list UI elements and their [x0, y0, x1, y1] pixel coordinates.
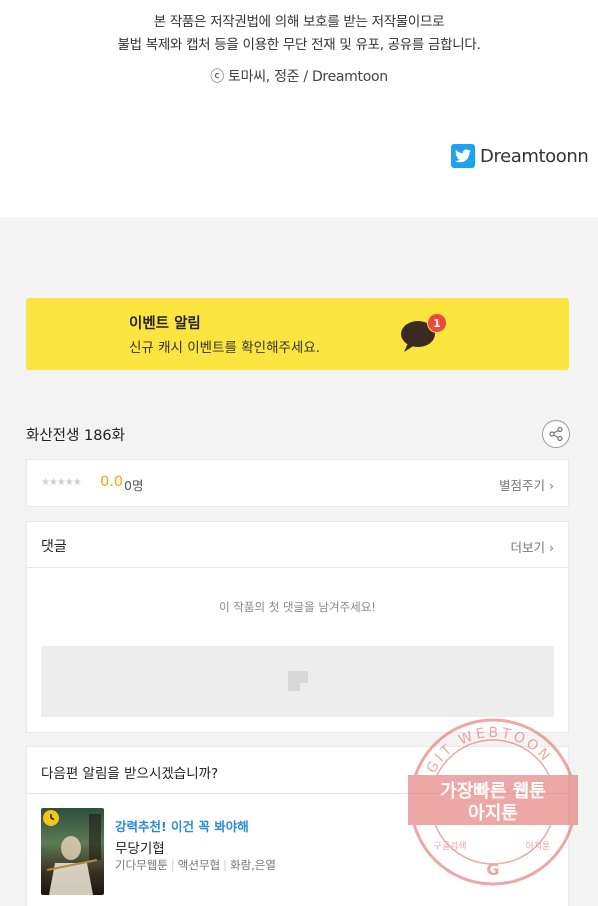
rate-button-label: 별점주기: [499, 478, 546, 493]
recommend-title[interactable]: 무당기협: [115, 837, 165, 857]
next-episode-header: 다음편 알림을 받으시겠습니까?: [27, 747, 568, 794]
copyright-holder: ⓒ 토마씨, 정준 / Dreamtoon: [210, 69, 388, 85]
event-subtitle: 신규 캐시 이벤트를 확인해주세요.: [129, 340, 321, 356]
thumbnail-art: [46, 814, 101, 895]
copyright-notice-line2: 불법 복제와 캡처 등을 이용한 무단 전재 및 유포, 공유를 금합니다.: [117, 37, 481, 53]
comments-more-label: 더보기: [510, 540, 546, 555]
twitter-icon: [451, 144, 475, 168]
comments-title: 댓글: [41, 539, 67, 555]
share-button[interactable]: [542, 420, 570, 448]
recommend-genre: 기다무웹툰: [115, 858, 168, 872]
comment-icon: [288, 671, 308, 691]
recommend-tag[interactable]: 강력추천! 이건 꼭 봐야해: [115, 816, 249, 835]
recommend-authors: 화람,은열: [229, 858, 276, 872]
rate-button[interactable]: 별점주기 ›: [499, 475, 554, 494]
next-episode-prompt: 다음편 알림을 받으시겠습니까?: [41, 766, 219, 782]
rating-score: 0.0: [100, 474, 124, 490]
episode-title: 화산전생 186화: [26, 428, 125, 444]
recommend-thumbnail[interactable]: [41, 808, 104, 895]
notification-badge: 1: [427, 313, 447, 333]
next-episode-card: 다음편 알림을 받으시겠습니까? 강력추천! 이건 꼭 봐야해 무당기협 기다무…: [26, 746, 569, 906]
comments-card: 댓글 더보기 › 이 작품의 첫 댓글을 남겨주세요!: [26, 521, 569, 733]
copyright-section: 본 작품은 저작권법에 의해 보호를 받는 저작물이므로 불법 복제와 캡처 등…: [0, 0, 598, 217]
chevron-right-icon: ›: [549, 540, 554, 555]
event-banner[interactable]: 이벤트 알림 신규 캐시 이벤트를 확인해주세요. 1: [26, 298, 569, 370]
event-title: 이벤트 알림: [129, 316, 201, 332]
star-rating-icon: ★★★★★: [41, 477, 82, 488]
comment-input-box[interactable]: [41, 646, 554, 717]
chevron-right-icon: ›: [549, 478, 554, 493]
twitter-link[interactable]: Dreamtoonn: [451, 143, 589, 169]
recommend-meta: 기다무웹툰 | 액션무협 | 화람,은열: [115, 858, 276, 872]
rating-count: 0명: [124, 478, 144, 493]
comments-empty-message: 이 작품의 첫 댓글을 남겨주세요!: [219, 600, 376, 614]
rating-card: ★★★★★ 0.0 0명 별점주기 ›: [26, 459, 569, 507]
comments-header: 댓글 더보기 ›: [27, 522, 568, 568]
copyright-notice-line1: 본 작품은 저작권법에 의해 보호를 받는 저작물이므로: [153, 14, 445, 30]
share-icon: [549, 426, 563, 442]
twitter-handle: Dreamtoonn: [480, 145, 589, 167]
comments-more-button[interactable]: 더보기 ›: [511, 537, 555, 556]
recommend-genre: 액션무협: [177, 858, 221, 872]
